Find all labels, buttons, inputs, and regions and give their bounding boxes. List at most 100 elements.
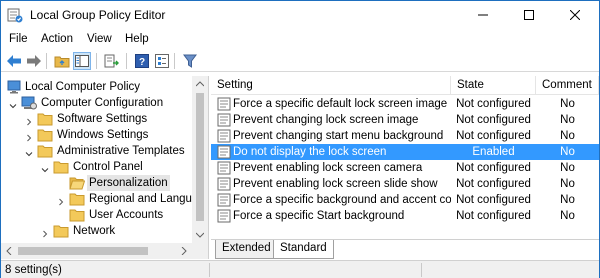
maximize-button[interactable] (506, 1, 552, 29)
setting-name-cell: Force a specific default lock screen ima… (233, 98, 448, 110)
folder-open-icon (69, 176, 86, 190)
comment-cell: No (560, 194, 575, 206)
scroll-left-icon[interactable] (1, 243, 17, 259)
tree-vertical-scrollbar[interactable] (192, 76, 208, 243)
status-text: 8 setting(s) (5, 264, 62, 276)
close-button[interactable] (552, 1, 598, 29)
tree-item-label: Personalization (87, 175, 170, 191)
setting-name-cell: Force a specific Start background (233, 210, 405, 222)
back-button[interactable] (5, 52, 23, 70)
scroll-right-icon[interactable] (176, 243, 192, 259)
table-row[interactable]: Force a specific default lock screen ima… (211, 96, 599, 112)
computer-config-icon (21, 96, 37, 110)
state-cell: Not configured (456, 114, 531, 126)
comment-cell: No (560, 130, 575, 142)
tree-item-administrative-templates[interactable]: Administrative Templates (1, 143, 192, 159)
policy-setting-icon (217, 193, 231, 207)
table-row[interactable]: Force a specific background and accent c… (211, 192, 599, 208)
properties-button[interactable] (153, 52, 171, 70)
app-window: Local Group Policy Editor File Action Vi… (0, 0, 600, 278)
tree-item-windows-settings[interactable]: Windows Settings (1, 127, 192, 143)
tree-item-label: Control Panel (73, 161, 143, 173)
state-cell: Not configured (456, 98, 531, 110)
minimize-button[interactable] (460, 1, 506, 29)
chevron-down-icon[interactable] (41, 163, 49, 173)
filter-button[interactable] (181, 52, 199, 70)
scrollbar-thumb[interactable] (18, 247, 148, 255)
show-hide-tree-icon (75, 55, 89, 67)
state-cell: Not configured (456, 130, 531, 142)
properties-icon (155, 54, 169, 68)
tab-standard[interactable]: Standard (273, 240, 334, 259)
minimize-icon (478, 14, 488, 16)
tree-item-label: Network (73, 225, 116, 237)
state-cell: Enabled (472, 146, 515, 158)
table-row[interactable]: Force a specific Start background Not con… (211, 208, 599, 224)
table-row[interactable]: Do not display the lock screen Enabled No (211, 144, 599, 160)
state-cell: Not configured (456, 210, 531, 222)
show-hide-tree-button[interactable] (73, 52, 91, 70)
column-header-state[interactable]: State (451, 76, 536, 95)
setting-name-cell: Prevent changing lock screen image (233, 114, 419, 126)
help-button[interactable]: ? (133, 52, 151, 70)
policy-setting-icon (217, 145, 231, 159)
title-bar[interactable]: Local Group Policy Editor (1, 1, 599, 29)
tree-item-label: Computer Configuration (41, 97, 164, 109)
comment-cell: No (560, 210, 575, 222)
scroll-corner (192, 243, 208, 259)
tree-item-regional-and-language[interactable]: Regional and Langua (1, 191, 198, 207)
toolbar: ? (1, 50, 599, 72)
back-arrow-icon (7, 55, 21, 67)
chevron-right-icon[interactable] (25, 131, 33, 142)
chevron-down-icon[interactable] (9, 99, 17, 109)
tree-item-personalization[interactable]: Personalization (1, 175, 192, 191)
chevron-right-icon[interactable] (25, 115, 33, 126)
setting-name-cell: Prevent changing start menu background (233, 130, 444, 142)
column-header-setting[interactable]: Setting (211, 76, 451, 95)
forward-button[interactable] (25, 52, 43, 70)
table-row[interactable]: Prevent changing start menu background No… (211, 128, 599, 144)
menu-help[interactable]: Help (123, 32, 151, 47)
export-list-button[interactable] (103, 52, 121, 70)
state-cell: Not configured (456, 194, 531, 206)
menu-action[interactable]: Action (39, 32, 75, 47)
tree-item-control-panel[interactable]: Control Panel (1, 159, 192, 175)
tree-horizontal-scrollbar[interactable] (1, 243, 192, 259)
table-row[interactable]: Prevent enabling lock screen camera Not c… (211, 160, 599, 176)
chevron-down-icon[interactable] (25, 147, 33, 157)
up-folder-button[interactable] (53, 52, 71, 70)
table-row[interactable]: Prevent changing lock screen image Not co… (211, 112, 599, 128)
chevron-right-icon[interactable] (57, 195, 65, 206)
folder-icon (37, 128, 53, 142)
setting-name-cell: Prevent enabling lock screen slide show (233, 178, 438, 190)
tree-item-label: Local Computer Policy (25, 81, 141, 93)
view-tabs: Extended Standard (211, 239, 599, 259)
folder-icon (69, 208, 85, 222)
scroll-up-icon[interactable] (192, 76, 208, 92)
tree-item-label: Regional and Langua (89, 193, 199, 205)
menu-file[interactable]: File (7, 32, 30, 47)
chevron-right-icon[interactable] (41, 227, 49, 238)
policy-setting-icon (217, 209, 231, 223)
tree-item-computer-configuration[interactable]: Computer Configuration (1, 95, 192, 111)
list-header: Setting State Comment (211, 76, 599, 95)
status-bar: 8 setting(s) (1, 260, 599, 278)
tree-item-software-settings[interactable]: Software Settings (1, 111, 192, 127)
filter-icon (183, 54, 197, 68)
tree-item-network[interactable]: Network (1, 223, 192, 239)
tree-item-user-accounts[interactable]: User Accounts (1, 207, 192, 223)
comment-cell: No (560, 98, 575, 110)
column-header-comment[interactable]: Comment (536, 76, 599, 95)
scrollbar-thumb[interactable] (196, 93, 204, 221)
state-cell: Not configured (456, 178, 531, 190)
tab-extended[interactable]: Extended (215, 240, 278, 259)
setting-name-cell: Prevent enabling lock screen camera (233, 162, 423, 174)
scroll-down-icon[interactable] (192, 227, 208, 243)
tree-item-local-computer-policy[interactable]: Local Computer Policy (1, 79, 192, 95)
table-row[interactable]: Prevent enabling lock screen slide show N… (211, 176, 599, 192)
window-title: Local Group Policy Editor (30, 8, 166, 22)
policy-setting-icon (217, 97, 231, 111)
menu-view[interactable]: View (85, 32, 114, 47)
folder-icon (37, 112, 53, 126)
setting-name-cell: Do not display the lock screen (233, 146, 387, 158)
